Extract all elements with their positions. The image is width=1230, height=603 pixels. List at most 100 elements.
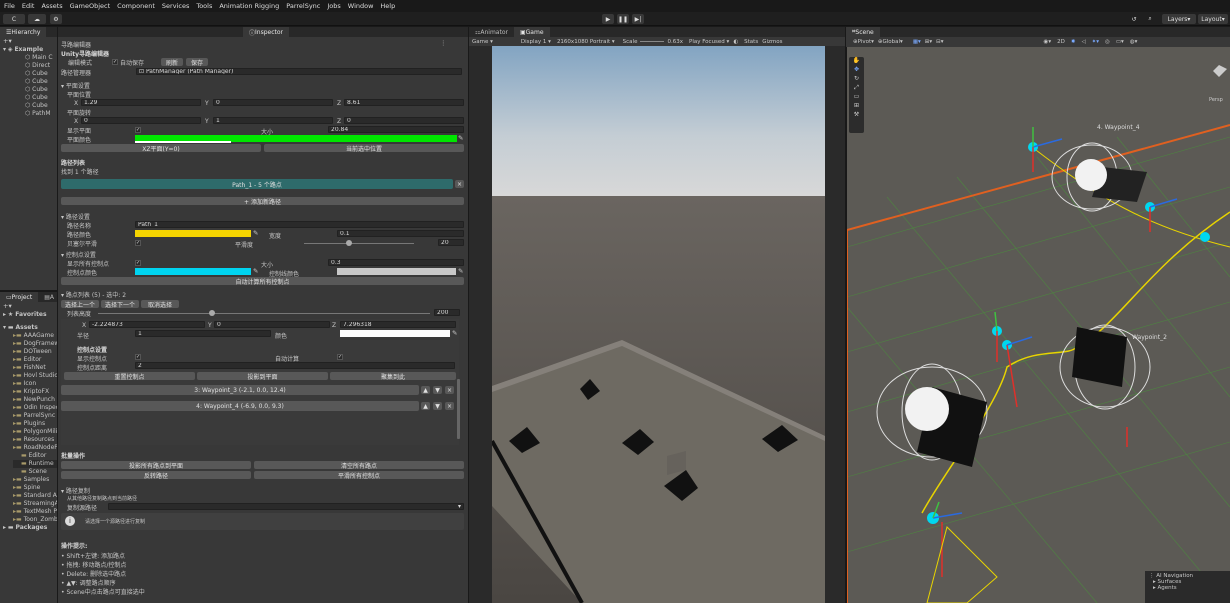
tab-inspector[interactable]: ⓘ Inspector bbox=[243, 27, 290, 37]
project-folder[interactable]: ▸▬ KriptoFX bbox=[13, 388, 57, 396]
waypoint-scroll-area[interactable]: X -2.224873 Y 0 Z 7.296318 半径 1 颜色 ✎ 控制点… bbox=[61, 319, 460, 445]
project-folder[interactable]: ▸▬ Icon bbox=[13, 380, 57, 388]
pos-z-field[interactable]: 8.61 bbox=[344, 99, 464, 106]
menu-item[interactable]: Help bbox=[380, 2, 395, 10]
path-color-swatch[interactable] bbox=[135, 230, 251, 237]
hierarchy-item[interactable]: ⬡ Cube bbox=[25, 94, 57, 102]
wp-y-field[interactable]: 0 bbox=[214, 321, 330, 328]
menu-item[interactable]: Assets bbox=[41, 2, 62, 10]
show-cp-checkbox[interactable]: ✓ bbox=[135, 260, 141, 266]
project-folder[interactable]: ▸▬ RoadNodeP bbox=[13, 444, 57, 452]
gather-button[interactable]: 聚集到此 bbox=[330, 372, 456, 380]
menu-item[interactable]: GameObject bbox=[70, 2, 111, 10]
camera-icon[interactable]: ▭▾ bbox=[1116, 39, 1124, 45]
menu-item[interactable]: File bbox=[4, 2, 15, 10]
waypoint-3-button[interactable]: 3: Waypoint_3 (-2.1, 0.0, 12.4) bbox=[61, 385, 419, 395]
wp3-up-icon[interactable]: ▲ bbox=[421, 386, 430, 394]
smooth-slider-handle[interactable] bbox=[346, 240, 352, 246]
history-icon[interactable]: ↺ bbox=[1128, 14, 1140, 24]
menu-item[interactable]: ParrelSync bbox=[286, 2, 320, 10]
cp-line-color-swatch[interactable] bbox=[337, 268, 456, 275]
cp-dist-field[interactable]: 2 bbox=[135, 362, 455, 369]
step-button[interactable]: ▶| bbox=[632, 14, 644, 24]
path-manager-field[interactable]: ⊡ PathManager (Path Manager) bbox=[136, 68, 462, 75]
bezier-checkbox[interactable]: ✓ bbox=[135, 240, 141, 246]
hierarchy-item[interactable]: ⬡ Direct bbox=[25, 62, 57, 70]
play-focused-dropdown[interactable]: Play Focused ▾ bbox=[689, 39, 729, 45]
cancel-select-button[interactable]: 取消选择 bbox=[141, 300, 179, 308]
waypoint-4-button[interactable]: 4: Waypoint_4 (-6.9, 0.0, 9.3) bbox=[61, 401, 419, 411]
reverse-button[interactable]: 反转路径 bbox=[61, 471, 251, 479]
wp-show-cp-checkbox[interactable]: ✓ bbox=[135, 354, 141, 360]
menu-item[interactable]: Edit bbox=[22, 2, 35, 10]
hand-tool-icon[interactable]: ✋ bbox=[849, 57, 864, 66]
path-delete-icon[interactable]: × bbox=[455, 180, 464, 188]
menu-item[interactable]: Services bbox=[162, 2, 189, 10]
path-settings-header[interactable]: ▾ 路径设置 bbox=[61, 212, 90, 221]
tab-scene[interactable]: ⌗ Scene bbox=[846, 27, 880, 37]
project-folder[interactable]: ▸▬ DogFramew bbox=[13, 340, 57, 348]
layers-dropdown[interactable]: Layers ▾ bbox=[1162, 14, 1196, 24]
project-folder[interactable]: ▸▬ TextMesh P bbox=[13, 508, 57, 516]
project-folder[interactable]: ▸▬ AAAGame bbox=[13, 332, 57, 340]
gizmos-button[interactable]: Gizmos bbox=[762, 39, 782, 45]
packages-folder[interactable]: ▸ ▬ Packages bbox=[3, 524, 57, 532]
hierarchy-item[interactable]: ⬡ Cube bbox=[25, 86, 57, 94]
custom-tool-icon[interactable]: ⚒ bbox=[849, 111, 864, 120]
cp-eyedropper-icon[interactable]: ✎ bbox=[253, 267, 258, 275]
pos-y-field[interactable]: 0 bbox=[213, 99, 333, 106]
game-mode-dropdown[interactable]: Game ▾ bbox=[472, 39, 493, 45]
project-folder[interactable]: ▸▬ Standard As bbox=[13, 492, 57, 500]
resolution-dropdown[interactable]: 2160x1080 Portrait ▾ bbox=[557, 39, 615, 45]
add-path-button[interactable]: + 添加新路径 bbox=[61, 197, 464, 205]
xz-plane-button[interactable]: XZ平面(Y=0) bbox=[61, 144, 261, 152]
draw-mode-icon[interactable]: ◉▾ bbox=[1044, 39, 1052, 45]
tab-animation[interactable]: ▤ A bbox=[38, 292, 60, 302]
cp-settings-header[interactable]: ▾ 控制点设置 bbox=[61, 250, 96, 259]
cp-color-swatch[interactable] bbox=[135, 268, 251, 275]
wp-eyedropper-icon[interactable]: ✎ bbox=[452, 329, 457, 337]
hierarchy-item[interactable]: ⬡ Cube bbox=[25, 102, 57, 110]
menu-item[interactable]: Component bbox=[117, 2, 155, 10]
project-add-button[interactable]: +▾ bbox=[0, 302, 57, 311]
hierarchy-item[interactable]: ⬡ Main C bbox=[25, 54, 57, 62]
width-field[interactable]: 0.1 bbox=[337, 230, 464, 237]
save-button[interactable]: 保存 bbox=[186, 58, 208, 66]
menu-item[interactable]: Tools bbox=[196, 2, 212, 10]
move-tool-icon[interactable]: ✥ bbox=[849, 66, 864, 75]
wp3-delete-icon[interactable]: × bbox=[445, 386, 454, 394]
settings-icon[interactable]: ⚙ bbox=[50, 14, 62, 24]
project-folder[interactable]: ▸▬ Hovl Studio bbox=[13, 372, 57, 380]
path-eyedropper-icon[interactable]: ✎ bbox=[253, 229, 258, 237]
tab-hierarchy[interactable]: ☰ Hierarchy bbox=[0, 27, 47, 37]
scale-tool-icon[interactable]: ⤢ bbox=[849, 84, 864, 93]
wp3-down-icon[interactable]: ▼ bbox=[433, 386, 442, 394]
snap-icon[interactable]: ⊞▾ bbox=[925, 39, 932, 45]
rot-x-field[interactable]: 0 bbox=[81, 117, 201, 124]
mute-icon[interactable]: ◐ bbox=[733, 39, 738, 45]
gizmos-icon[interactable]: ◍▾ bbox=[1130, 39, 1138, 45]
list-height-track[interactable] bbox=[98, 313, 430, 314]
list-height-handle[interactable] bbox=[209, 310, 215, 316]
cpline-eyedropper-icon[interactable]: ✎ bbox=[458, 267, 463, 275]
show-plane-checkbox[interactable]: ✓ bbox=[135, 127, 141, 133]
hierarchy-add-button[interactable]: +▾ bbox=[0, 37, 57, 46]
path-item-button[interactable]: Path_1 - 5 个路点 bbox=[61, 179, 453, 189]
wp-x-field[interactable]: -2.224873 bbox=[89, 321, 205, 328]
wp4-down-icon[interactable]: ▼ bbox=[433, 402, 442, 410]
size-field[interactable]: 20.84 bbox=[328, 126, 464, 133]
layout-dropdown[interactable]: Layout ▾ bbox=[1198, 14, 1228, 24]
light-icon[interactable]: ✸ bbox=[1071, 39, 1076, 45]
scene-viewport[interactable]: 4. Waypoint_4 Waypoint_2 Persp ✋ ✥ ↻ ⤢ ▭… bbox=[847, 47, 1230, 603]
pos-x-field[interactable]: 1.29 bbox=[81, 99, 201, 106]
pause-button[interactable]: ❚❚ bbox=[617, 14, 629, 24]
rot-y-field[interactable]: 1 bbox=[213, 117, 333, 124]
increment-icon[interactable]: ⊟▾ bbox=[936, 39, 943, 45]
wp-auto-calc-checkbox[interactable]: ✓ bbox=[337, 354, 343, 360]
wp4-delete-icon[interactable]: × bbox=[445, 402, 454, 410]
auto-calc-button[interactable]: 自动计算所有控制点 bbox=[61, 277, 464, 285]
radius-field[interactable]: 1 bbox=[135, 330, 271, 337]
favorites-folder[interactable]: ▸ ★ Favorites bbox=[3, 311, 57, 319]
project-all-button[interactable]: 投影所有路点到平面 bbox=[61, 461, 251, 469]
tab-project[interactable]: ▭ Project bbox=[0, 292, 39, 302]
